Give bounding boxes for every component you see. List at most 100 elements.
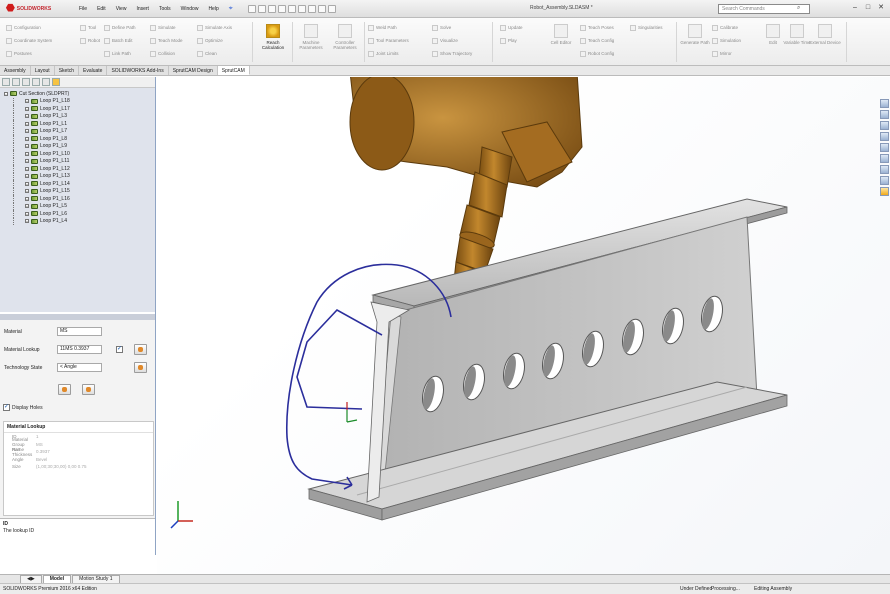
expand-icon[interactable]: + [25,136,29,141]
display-holes-checkbox[interactable]: ✓ [3,404,10,411]
previous-view-icon[interactable] [880,121,889,130]
ribbon-item[interactable]: Configuration [6,21,52,34]
open-icon[interactable] [257,4,266,13]
ribbon-item[interactable]: Tool Parameters [368,34,409,47]
tree-item-loop[interactable]: + Loop P1_L13 [13,172,155,180]
tree-item-loop[interactable]: + Loop P1_L17 [13,105,155,113]
ribbon-item[interactable]: Joint Limits [368,47,409,60]
tree-item-loop[interactable]: + Loop P1_L4 [13,217,155,225]
rebuild-icon[interactable] [317,4,326,13]
display-manager-icon[interactable] [42,78,50,86]
tree-item-loop[interactable]: + Loop P1_L11 [13,157,155,165]
configuration-icon[interactable] [22,78,30,86]
feature-tree-icon[interactable] [2,78,10,86]
ribbon-item[interactable]: Collision [150,47,183,60]
expand-icon[interactable]: + [25,114,29,119]
tab-evaluate[interactable]: Evaluate [79,66,108,75]
tree-item-loop[interactable]: + Loop P1_L15 [13,187,155,195]
options-icon[interactable] [327,4,336,13]
tab-sprutcam[interactable]: SprutCAM [217,66,250,75]
ribbon-item[interactable]: Simulation [712,34,741,47]
section-view-icon[interactable] [880,132,889,141]
controller-parameters-button[interactable]: Controller Parameters [328,24,362,50]
ribbon-item[interactable]: Singularities [630,21,663,34]
material-lookup-checkbox[interactable]: ✓ [116,346,123,353]
tree-item-loop[interactable]: + Loop P1_L14 [13,180,155,188]
ribbon-item[interactable]: Tool [80,21,100,34]
ribbon-item[interactable]: Play [500,34,523,47]
machine-parameters-button[interactable]: Machine Parameters [294,24,328,50]
ribbon-item[interactable]: Mirror [712,47,741,60]
restore-icon[interactable]: □ [863,3,873,13]
sprutcam-tree-icon[interactable] [52,78,60,86]
collapse-icon[interactable]: − [4,91,8,96]
ribbon-item[interactable]: Visualize [432,34,472,47]
zoom-fit-icon[interactable] [880,99,889,108]
pin-icon[interactable]: ⌖ [224,5,238,13]
expand-icon[interactable]: + [25,151,29,156]
app-logo[interactable]: ⬣ SOLIDWORKS [0,0,74,18]
menu-help[interactable]: Help [203,6,223,12]
menu-tools[interactable]: Tools [154,6,176,12]
ribbon-item[interactable]: Simulate [150,21,183,34]
save-icon[interactable] [267,4,276,13]
expand-icon[interactable]: + [25,129,29,134]
tab-assembly[interactable]: Assembly [0,66,31,75]
new-icon[interactable] [247,4,256,13]
ribbon-item[interactable]: Simulate Axis [197,21,232,34]
ribbon-item[interactable]: Teach Poses [580,21,614,34]
tree-item-loop[interactable]: + Loop P1_L10 [13,150,155,158]
expand-icon[interactable]: + [25,196,29,201]
ribbon-item[interactable]: Coordinate System [6,34,52,47]
tree-item-loop[interactable]: + Loop P1_L12 [13,165,155,173]
expand-icon[interactable]: + [25,166,29,171]
ribbon-item[interactable]: Link Path [104,47,136,60]
ribbon-item[interactable]: Robot Config [580,47,614,60]
expand-icon[interactable]: + [25,159,29,164]
property-manager-icon[interactable] [12,78,20,86]
cell-editor-button[interactable]: Cell Editor [544,24,578,45]
ribbon-item[interactable]: Update [500,21,523,34]
tab-layout[interactable]: Layout [30,66,55,75]
ribbon-item[interactable]: Robot [80,34,100,47]
view-orientation-icon[interactable] [880,143,889,152]
tree-item-loop[interactable]: + Loop P1_L16 [13,195,155,203]
redo-icon[interactable] [297,4,306,13]
tree-item-loop[interactable]: + Loop P1_L7 [13,127,155,135]
menu-file[interactable]: File [74,6,92,12]
expand-icon[interactable]: + [25,189,29,194]
ribbon-item[interactable]: Teach Mode [150,34,183,47]
dimxpert-icon[interactable] [32,78,40,86]
tab-sprutcam-design[interactable]: SprutCAM Design [168,66,218,75]
close-icon[interactable]: ✕ [876,3,886,13]
search-icon[interactable]: ⌕ [797,5,800,12]
tree-item-loop[interactable]: + Loop P1_L8 [13,135,155,143]
expand-icon[interactable]: + [25,211,29,216]
tree-root[interactable]: − Cut Section (SLDPRT) [0,90,155,98]
ribbon-item[interactable]: Teach Config [580,34,614,47]
generate-path-button[interactable]: Generate Path [678,24,712,45]
external-device-button[interactable]: External Device [808,24,842,45]
tree-item-loop[interactable]: + Loop P1_L5 [13,202,155,210]
tree-item-loop[interactable]: + Loop P1_L6 [13,210,155,218]
tree-item-loop[interactable]: + Loop P1_L9 [13,142,155,150]
apply-button[interactable] [58,384,71,395]
ribbon-item[interactable]: Weld Path [368,21,409,34]
expand-icon[interactable]: + [25,144,29,149]
tree-item-loop[interactable]: + Loop P1_L3 [13,112,155,120]
ribbon-item[interactable]: Postures [6,47,52,60]
menu-view[interactable]: View [111,6,132,12]
expand-icon[interactable]: + [25,106,29,111]
tab-addins[interactable]: SOLIDWORKS Add-Ins [107,66,169,75]
menu-insert[interactable]: Insert [131,6,154,12]
menu-edit[interactable]: Edit [92,6,111,12]
ribbon-item[interactable]: Optimize [197,34,232,47]
print-icon[interactable] [277,4,286,13]
reach-calculation-button[interactable]: Reach Calculation [256,24,290,50]
ribbon-item[interactable]: Batch Edit [104,34,136,47]
scene-icon[interactable] [880,187,889,196]
tree-item-loop[interactable]: + Loop P1_L1 [13,120,155,128]
select-icon[interactable] [307,4,316,13]
ribbon-item[interactable]: Define Path [104,21,136,34]
ribbon-item[interactable]: Clean [197,47,232,60]
